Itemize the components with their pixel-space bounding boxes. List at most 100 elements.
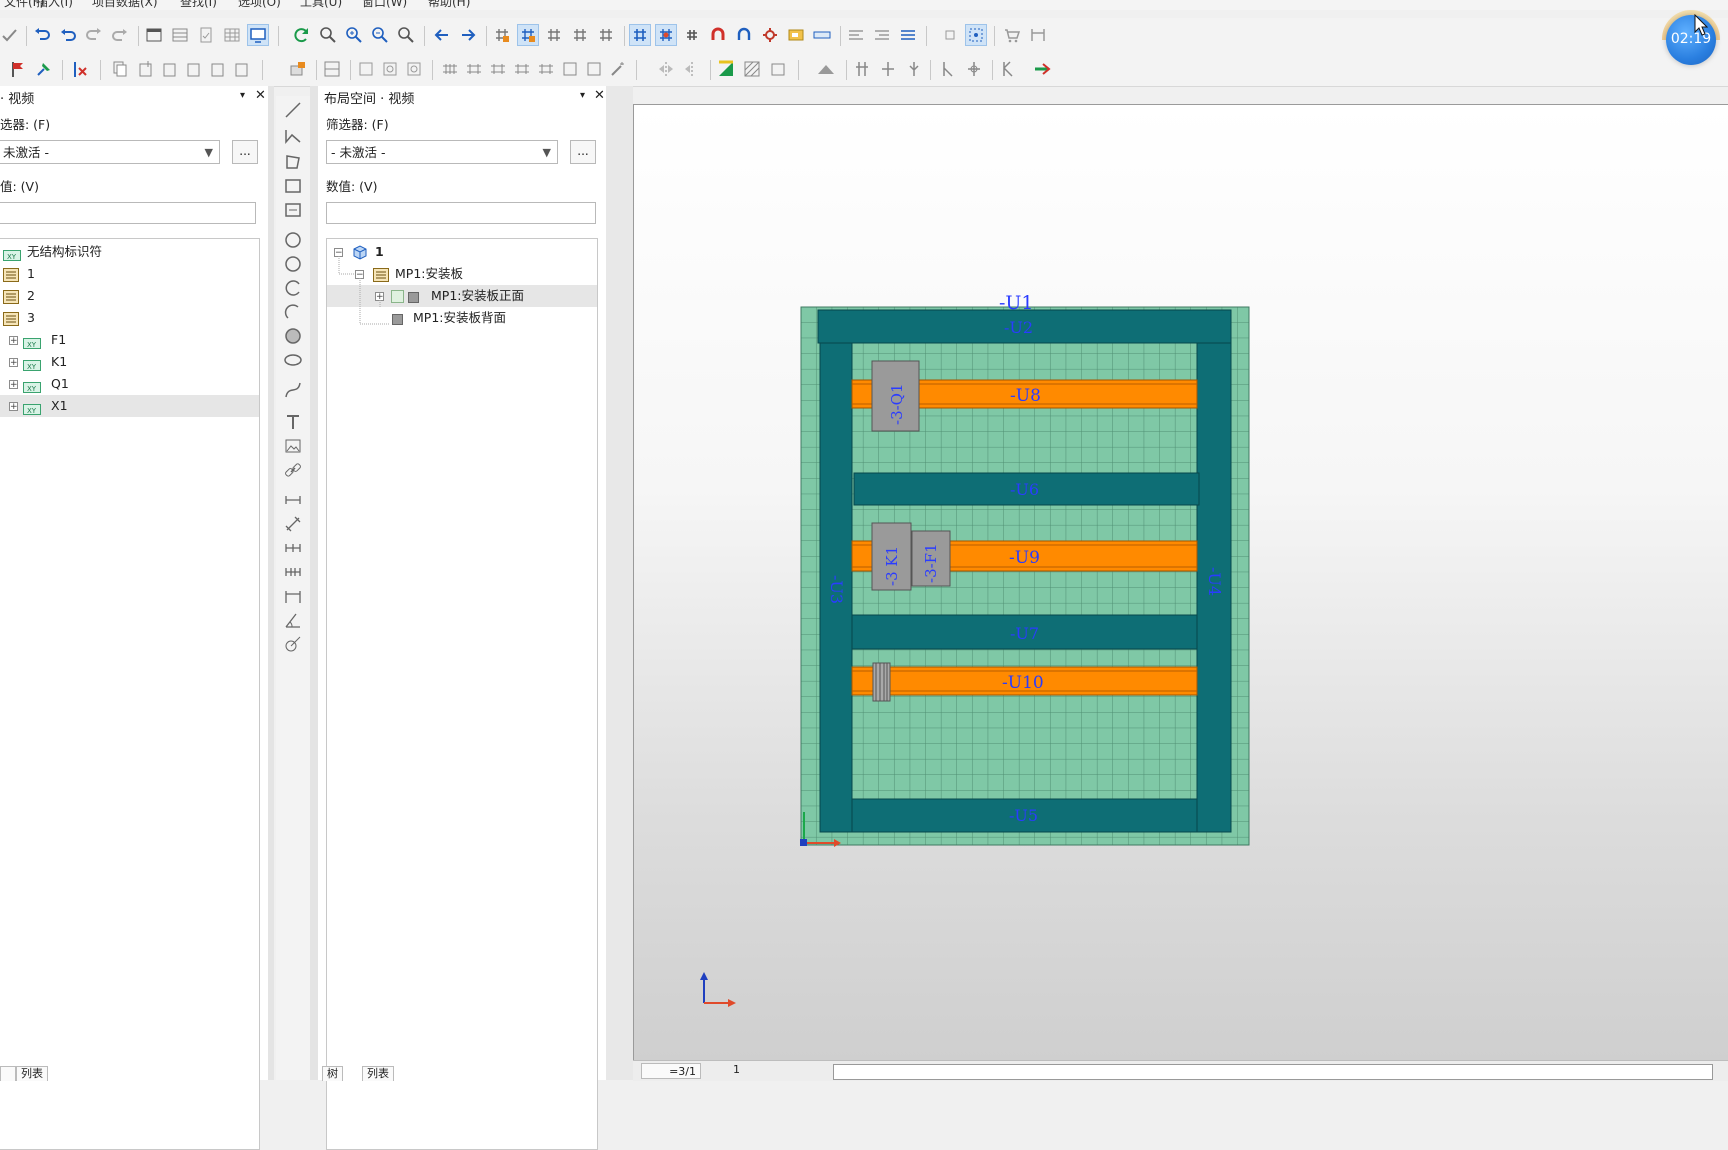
rail-a-icon[interactable] [440, 59, 460, 79]
place-icon[interactable] [136, 59, 156, 79]
pin-panel-icon[interactable]: ▾ [580, 90, 585, 101]
expand-icon[interactable]: + [9, 380, 18, 390]
monitor-icon[interactable] [247, 24, 269, 46]
menu-project-data[interactable]: 项目数据(X) [92, 0, 158, 10]
dimension-d-icon[interactable] [283, 562, 303, 582]
rail-f-icon[interactable] [560, 59, 580, 79]
arc-b-icon[interactable] [283, 302, 303, 322]
tab-tree[interactable] [0, 1066, 16, 1081]
tree-item-selected[interactable]: + XY X1 [0, 395, 259, 417]
ruler-icon[interactable] [812, 25, 832, 45]
part-b-icon[interactable] [380, 59, 400, 79]
settings-grid-icon[interactable] [760, 25, 780, 45]
dimension-e-icon[interactable] [283, 586, 303, 606]
select-all-icon[interactable] [965, 24, 987, 46]
rectangle-icon[interactable] [283, 176, 303, 196]
hash-icon[interactable] [682, 25, 702, 45]
place-b-icon[interactable] [160, 59, 180, 79]
layer-icon[interactable] [786, 25, 806, 45]
grid-snap-icon[interactable] [629, 24, 651, 46]
expand-icon[interactable]: + [9, 402, 18, 412]
tab-tree[interactable]: 树 [322, 1066, 343, 1081]
spline-icon[interactable] [283, 380, 303, 400]
green-arrow-icon[interactable] [1032, 59, 1052, 79]
terminal-x1[interactable] [872, 662, 891, 702]
grid-d-icon[interactable] [570, 25, 590, 45]
check-doc-icon[interactable] [196, 25, 216, 45]
dimension-b-icon[interactable] [283, 514, 303, 534]
place-d-icon[interactable] [208, 59, 228, 79]
redo-icon[interactable] [84, 25, 104, 45]
cart-icon[interactable] [1002, 25, 1022, 45]
mirror-b-icon[interactable] [682, 59, 702, 79]
magnet-icon[interactable] [708, 25, 728, 45]
grid-b-icon[interactable] [517, 24, 539, 46]
mirror-a-icon[interactable] [656, 59, 676, 79]
tree-item[interactable]: 1 [0, 263, 259, 285]
tree-item[interactable]: 2 [0, 285, 259, 307]
pin-panel-icon[interactable]: ▾ [240, 90, 245, 101]
wand-icon[interactable] [608, 59, 628, 79]
expand-icon[interactable]: + [9, 336, 18, 346]
part-c-icon[interactable] [404, 59, 424, 79]
value-input[interactable] [0, 202, 256, 224]
dim-e-icon[interactable] [964, 59, 984, 79]
dim-a-icon[interactable] [852, 59, 872, 79]
copy-icon[interactable] [110, 59, 130, 79]
rail-d-icon[interactable] [512, 59, 532, 79]
delete-flag-icon[interactable] [70, 59, 90, 79]
dimension-c-icon[interactable] [283, 538, 303, 558]
dim-b-icon[interactable] [878, 59, 898, 79]
dim-f-icon[interactable] [998, 59, 1018, 79]
text-icon[interactable] [283, 412, 303, 432]
menu-options[interactable]: 选项(O) [238, 0, 281, 10]
zoom-in-icon[interactable] [344, 25, 364, 45]
angle-icon[interactable] [283, 610, 303, 630]
radius-icon[interactable] [283, 634, 303, 654]
rail-g-icon[interactable] [584, 59, 604, 79]
circle-b-icon[interactable] [283, 254, 303, 274]
frame-icon[interactable] [768, 59, 788, 79]
fill-icon[interactable] [716, 59, 736, 79]
small-box-icon[interactable] [940, 25, 960, 45]
undo-icon[interactable] [32, 25, 52, 45]
recording-timer[interactable]: 02:19 [1666, 15, 1716, 65]
image-icon[interactable] [283, 436, 303, 456]
sector-icon[interactable] [283, 326, 303, 346]
redo-list-icon[interactable] [110, 25, 130, 45]
dim-c-icon[interactable] [904, 59, 924, 79]
check-icon[interactable] [0, 25, 20, 45]
link-icon[interactable] [283, 460, 303, 480]
flag-icon[interactable] [8, 59, 28, 79]
part-a-icon[interactable] [356, 59, 376, 79]
undo-list-icon[interactable] [58, 25, 78, 45]
grid-c-icon[interactable] [544, 25, 564, 45]
filter-select[interactable]: - 未激活 - ▼ [326, 140, 558, 164]
panel-splitter[interactable] [310, 86, 318, 1080]
mountain-icon[interactable] [816, 59, 836, 79]
dim-d-icon[interactable] [938, 59, 958, 79]
menu-tools[interactable]: 工具(U) [300, 0, 342, 10]
grid-table-icon[interactable] [222, 25, 242, 45]
tree-item[interactable]: + XY Q1 [0, 373, 259, 395]
zoom-100-icon[interactable] [396, 25, 416, 45]
align-c-icon[interactable] [898, 25, 918, 45]
place-c-icon[interactable] [184, 59, 204, 79]
grid-e-icon[interactable] [596, 25, 616, 45]
rectangle-b-icon[interactable] [283, 200, 303, 220]
close-icon[interactable]: ✕ [255, 88, 266, 103]
tree-item[interactable]: + XY F1 [0, 329, 259, 351]
panel-splitter[interactable] [268, 86, 274, 1080]
tree-item[interactable]: + XY K1 [0, 351, 259, 373]
close-icon[interactable]: ✕ [594, 88, 605, 103]
menu-find[interactable]: 查找(I) [180, 0, 217, 10]
snap-point-icon[interactable] [655, 24, 677, 46]
table-window-icon[interactable] [170, 25, 190, 45]
status-field[interactable] [833, 1064, 1713, 1080]
filter-more-button[interactable]: ... [232, 140, 258, 164]
arrow-right-icon[interactable] [458, 25, 478, 45]
tab-list[interactable]: 列表 [362, 1066, 394, 1081]
tab-list[interactable]: 列表 [16, 1066, 48, 1081]
refresh-icon[interactable] [292, 25, 312, 45]
menu-help[interactable]: 帮助(H) [428, 0, 470, 10]
